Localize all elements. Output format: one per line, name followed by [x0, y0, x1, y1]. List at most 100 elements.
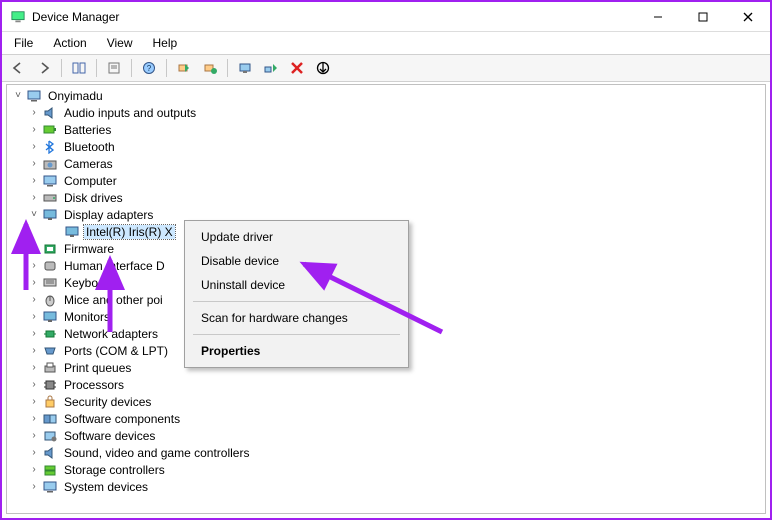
enable-device-button[interactable] [259, 57, 283, 79]
category-label: Monitors [62, 310, 112, 324]
toolbar-separator [166, 59, 167, 77]
chevron-right-icon[interactable]: › [27, 174, 41, 188]
tree-category[interactable]: › Security devices [7, 393, 765, 410]
device-manager-icon [10, 9, 26, 25]
toolbar-separator [131, 59, 132, 77]
device-category-icon [42, 479, 58, 495]
category-label: Cameras [62, 157, 115, 171]
add-legacy-hardware-button[interactable] [198, 57, 222, 79]
category-label: Network adapters [62, 327, 160, 341]
tree-category[interactable]: › Software components [7, 410, 765, 427]
chevron-right-icon[interactable]: › [27, 327, 41, 341]
menu-help[interactable]: Help [145, 34, 186, 52]
device-category-icon [42, 394, 58, 410]
toolbar-separator [227, 59, 228, 77]
category-label: Sound, video and game controllers [62, 446, 251, 460]
chevron-down-icon[interactable]: ˅ [27, 208, 41, 222]
chevron-right-icon[interactable]: › [27, 157, 41, 171]
tree-category[interactable]: ›Processors [7, 376, 765, 393]
toolbar-separator [61, 59, 62, 77]
scan-hardware-button[interactable] [172, 57, 196, 79]
menubar: File Action View Help [2, 32, 770, 54]
device-category-icon [42, 360, 58, 376]
window-title: Device Manager [32, 10, 119, 24]
chevron-right-icon[interactable]: › [27, 276, 41, 290]
device-category-icon [42, 105, 58, 121]
category-label: Keyboards [62, 276, 123, 290]
chevron-right-icon[interactable]: › [27, 446, 41, 460]
chevron-right-icon[interactable]: › [27, 310, 41, 324]
chevron-right-icon[interactable]: › [27, 106, 41, 120]
category-label: Storage controllers [62, 463, 167, 477]
chevron-right-icon[interactable]: › [27, 412, 41, 426]
tree-category[interactable]: › Storage controllers [7, 461, 765, 478]
update-driver-button[interactable] [233, 57, 257, 79]
ctx-disable-device[interactable]: Disable device [187, 249, 406, 273]
chevron-right-icon[interactable]: › [27, 344, 41, 358]
device-category-icon [42, 292, 58, 308]
uninstall-device-button[interactable] [285, 57, 309, 79]
chevron-right-icon[interactable]: › [27, 191, 41, 205]
device-category-icon [42, 258, 58, 274]
menu-action[interactable]: Action [45, 34, 94, 52]
disable-device-button[interactable] [311, 57, 335, 79]
category-label: Software components [62, 412, 182, 426]
chevron-right-icon[interactable]: › [27, 429, 41, 443]
ctx-scan-hardware[interactable]: Scan for hardware changes [187, 306, 406, 330]
tree-category[interactable]: › Sound, video and game controllers [7, 444, 765, 461]
root-label: Onyimadu [46, 89, 105, 103]
category-label: Bluetooth [62, 140, 117, 154]
category-label: Software devices [62, 429, 157, 443]
minimize-button[interactable] [635, 3, 680, 31]
device-category-icon [42, 326, 58, 342]
ctx-uninstall-device[interactable]: Uninstall device [187, 273, 406, 297]
chevron-right-icon[interactable]: › [27, 259, 41, 273]
chevron-right-icon[interactable]: › [27, 480, 41, 494]
ctx-update-driver[interactable]: Update driver [187, 225, 406, 249]
chevron-right-icon[interactable]: › [27, 395, 41, 409]
menu-file[interactable]: File [6, 34, 41, 52]
device-category-icon [42, 445, 58, 461]
chevron-right-icon[interactable]: › [27, 140, 41, 154]
close-button[interactable] [725, 3, 770, 31]
device-category-icon [42, 377, 58, 393]
device-category-icon [42, 173, 58, 189]
maximize-button[interactable] [680, 3, 725, 31]
category-label: Security devices [62, 395, 153, 409]
chevron-right-icon[interactable]: › [27, 293, 41, 307]
context-menu: Update driver Disable device Uninstall d… [184, 220, 409, 368]
chevron-right-icon[interactable]: › [27, 123, 41, 137]
category-label: Human Interface D [62, 259, 167, 273]
properties-button[interactable] [102, 57, 126, 79]
show-hide-console-button[interactable] [67, 57, 91, 79]
tree-category[interactable]: ›System devices [7, 478, 765, 495]
chevron-down-icon[interactable]: ˅ [11, 89, 25, 103]
category-label: Print queues [62, 361, 133, 375]
category-label: Ports (COM & LPT) [62, 344, 170, 358]
tree-root[interactable]: ˅ Onyimadu [7, 87, 765, 104]
device-category-icon [42, 411, 58, 427]
device-category-icon [42, 241, 58, 257]
ctx-properties[interactable]: Properties [187, 339, 406, 363]
tree-category[interactable]: ›Audio inputs and outputs [7, 104, 765, 121]
tree-category[interactable]: ›Batteries [7, 121, 765, 138]
chevron-right-icon[interactable]: › [27, 378, 41, 392]
no-expander [49, 225, 63, 239]
svg-text:?: ? [147, 64, 152, 73]
forward-button[interactable] [32, 57, 56, 79]
help-button[interactable]: ? [137, 57, 161, 79]
category-label: Mice and other poi [62, 293, 165, 307]
device-category-icon [42, 309, 58, 325]
tree-category[interactable]: ›Disk drives [7, 189, 765, 206]
menu-view[interactable]: View [99, 34, 141, 52]
chevron-right-icon[interactable]: › [27, 361, 41, 375]
chevron-right-icon[interactable]: › [27, 463, 41, 477]
back-button[interactable] [6, 57, 30, 79]
tree-category[interactable]: › Cameras [7, 155, 765, 172]
tree-category[interactable]: › Software devices [7, 427, 765, 444]
chevron-right-icon[interactable]: › [27, 242, 41, 256]
tree-category[interactable]: ›Computer [7, 172, 765, 189]
device-label: Intel(R) Iris(R) X [84, 225, 175, 239]
computer-icon [26, 88, 42, 104]
tree-category[interactable]: › Bluetooth [7, 138, 765, 155]
